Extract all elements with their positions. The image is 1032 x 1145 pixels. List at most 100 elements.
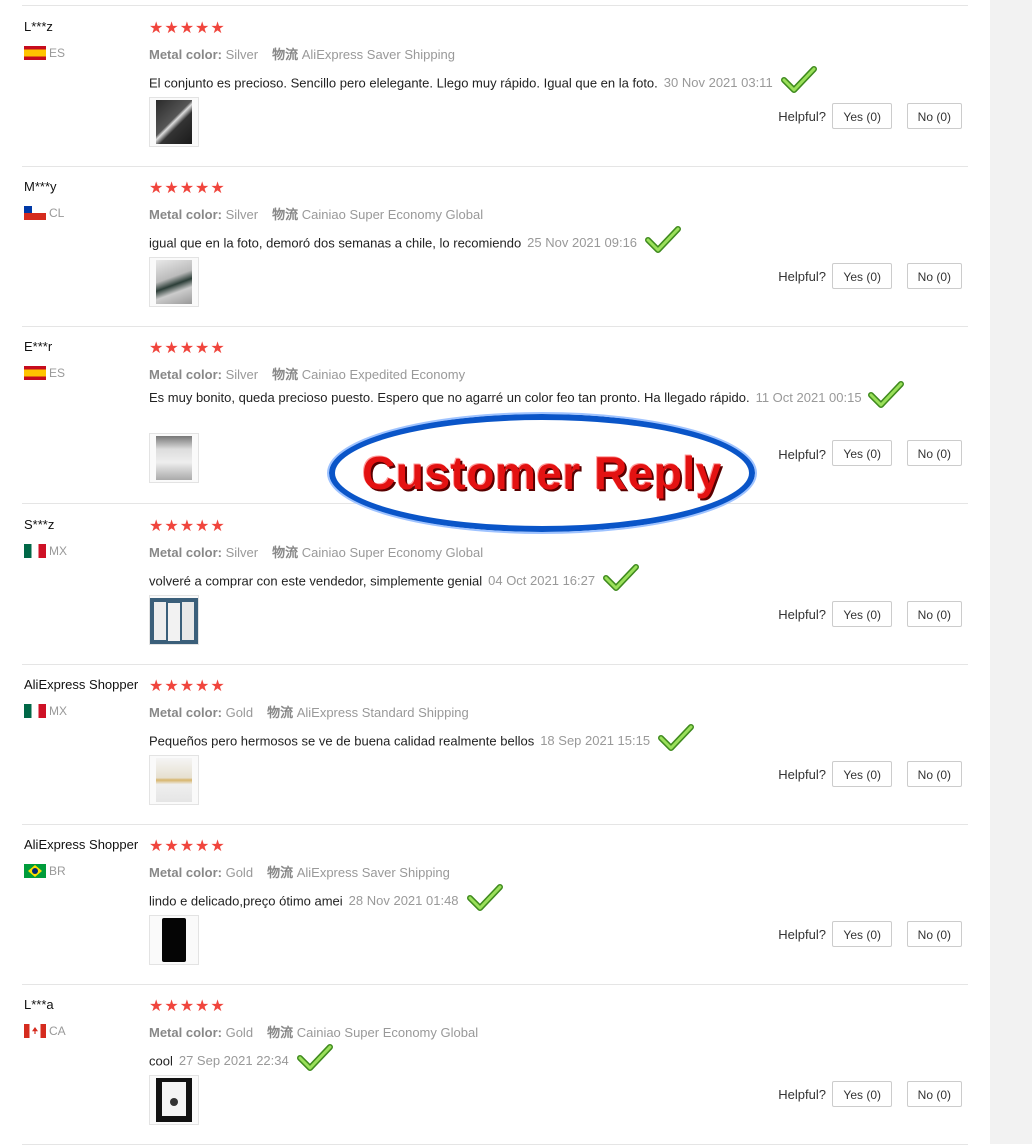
star-rating: ★★★★★ — [149, 678, 226, 695]
checkmark-icon — [466, 884, 503, 911]
review-meta: Metal color: Silver 物流 Cainiao Super Econ… — [149, 204, 483, 223]
helpful-label: Helpful? — [778, 447, 826, 462]
review-text-block: Pequeños pero hermosos se ve de buena ca… — [149, 724, 869, 757]
reviewer-country: ES — [24, 366, 65, 380]
helpful-yes-button[interactable]: Yes (0) — [832, 103, 892, 129]
review-date: 04 Oct 2021 16:27 — [488, 573, 596, 589]
review-date: 25 Nov 2021 09:16 — [527, 235, 638, 251]
helpful-no-button[interactable]: No (0) — [906, 921, 962, 947]
review-item: M***y CL ★★★★★ Metal color: Silver 物流 Cai… — [22, 166, 968, 327]
helpful-yes-button[interactable]: Yes (0) — [832, 601, 892, 627]
metal-color-value: Gold — [225, 705, 254, 720]
page-side-gutter — [990, 0, 1032, 1144]
shipping-method: AliExpress Saver Shipping — [301, 47, 455, 62]
reviewer-name: L***z — [24, 19, 53, 34]
logistics-label: 物流 — [267, 865, 294, 880]
star-rating: ★★★★★ — [149, 180, 226, 197]
country-code: BR — [49, 864, 66, 878]
country-code: MX — [49, 704, 67, 718]
metal-color-value: Silver — [225, 47, 259, 62]
checkmark-icon — [658, 724, 695, 751]
helpful-yes-button[interactable]: Yes (0) — [832, 263, 892, 289]
review-text: lindo e delicado,preço ótimo amei — [149, 893, 343, 909]
review-meta: Metal color: Gold 物流 Cainiao Super Econom… — [149, 1022, 478, 1041]
helpful-label: Helpful? — [778, 269, 826, 284]
review-photo-thumbnail[interactable] — [149, 755, 199, 805]
helpful-yes-button[interactable]: Yes (0) — [832, 440, 892, 466]
helpful-yes-button[interactable]: Yes (0) — [832, 1081, 892, 1107]
shipping-method: Cainiao Super Economy Global — [296, 1025, 479, 1040]
review-text-block: cool 27 Sep 2021 22:34 — [149, 1044, 869, 1077]
review-photo-thumbnail[interactable] — [149, 257, 199, 307]
checkmark-icon — [780, 66, 817, 93]
mexico-flag-icon — [24, 704, 46, 718]
metal-color-label: Metal color: — [149, 1025, 222, 1040]
canada-flag-icon — [24, 1024, 46, 1038]
reviewer-name: AliExpress Shopper — [24, 837, 139, 852]
helpful-no-button[interactable]: No (0) — [906, 103, 962, 129]
review-text: Pequeños pero hermosos se ve de buena ca… — [149, 733, 535, 749]
reviewer-name: AliExpress Shopper — [24, 677, 139, 692]
review-date: 18 Sep 2021 15:15 — [540, 733, 651, 749]
callout-text: Customer Reply — [362, 447, 722, 499]
metal-color-label: Metal color: — [149, 705, 222, 720]
mexico-flag-icon — [24, 544, 46, 558]
country-code: CA — [49, 1024, 66, 1038]
review-list: L***z ES ★★★★★ Metal color: Silver 物流 Ali… — [0, 0, 990, 1145]
spain-flag-icon — [24, 366, 46, 380]
helpful-no-button[interactable]: No (0) — [906, 440, 962, 466]
review-photo-thumbnail[interactable] — [149, 915, 199, 965]
star-rating: ★★★★★ — [149, 838, 226, 855]
logistics-label: 物流 — [272, 367, 299, 382]
photo-image — [156, 758, 192, 802]
reviewer-country: MX — [24, 704, 67, 718]
helpful-no-button[interactable]: No (0) — [906, 263, 962, 289]
review-item: AliExpress Shopper MX ★★★★★ Metal color:… — [22, 664, 968, 825]
country-code: ES — [49, 46, 66, 60]
review-date: 28 Nov 2021 01:48 — [348, 893, 459, 909]
metal-color-value: Silver — [225, 545, 259, 560]
photo-image — [156, 1078, 192, 1122]
checkmark-icon — [603, 564, 640, 591]
photo-image — [156, 436, 192, 480]
helpful-yes-button[interactable]: Yes (0) — [832, 921, 892, 947]
review-text-block: Es muy bonito, queda precioso puesto. Es… — [149, 389, 869, 407]
checkmark-icon — [296, 1044, 333, 1071]
star-rating: ★★★★★ — [149, 518, 226, 535]
helpful-no-button[interactable]: No (0) — [906, 601, 962, 627]
star-rating: ★★★★★ — [149, 340, 226, 357]
review-date: 27 Sep 2021 22:34 — [178, 1053, 289, 1069]
country-code: MX — [49, 544, 67, 558]
helpful-label: Helpful? — [778, 1087, 826, 1102]
review-photo-thumbnail[interactable] — [149, 433, 199, 483]
logistics-label: 物流 — [272, 207, 299, 222]
star-rating: ★★★★★ — [149, 20, 226, 37]
helpful-label: Helpful? — [778, 607, 826, 622]
review-photo-thumbnail[interactable] — [149, 1075, 199, 1125]
helpful-label: Helpful? — [778, 767, 826, 782]
helpful-yes-button[interactable]: Yes (0) — [832, 761, 892, 787]
reviewer-name: L***a — [24, 997, 54, 1012]
checkmark-icon — [645, 226, 682, 253]
logistics-label: 物流 — [272, 47, 299, 62]
review-photo-thumbnail[interactable] — [149, 595, 199, 645]
review-text-block: El conjunto es precioso. Sencillo pero e… — [149, 66, 869, 99]
review-item: L***a CA ★★★★★ Metal color: Gold 物流 Caini… — [22, 984, 968, 1145]
logistics-label: 物流 — [267, 705, 294, 720]
photo-image — [150, 598, 198, 644]
reviewer-name: S***z — [24, 517, 55, 532]
metal-color-value: Silver — [225, 367, 259, 382]
review-text-block: volveré a comprar con este vendedor, sim… — [149, 564, 869, 597]
reviewer-country: MX — [24, 544, 67, 558]
review-photo-thumbnail[interactable] — [149, 97, 199, 147]
helpful-no-button[interactable]: No (0) — [906, 1081, 962, 1107]
country-code: ES — [49, 366, 66, 380]
review-text-block: igual que en la foto, demoró dos semanas… — [149, 226, 869, 259]
reviewer-country: CL — [24, 206, 64, 220]
review-meta: Metal color: Gold 物流 AliExpress Standard … — [149, 702, 469, 721]
shipping-method: Cainiao Expedited Economy — [301, 367, 466, 382]
photo-image — [156, 100, 192, 144]
review-text-block: lindo e delicado,preço ótimo amei 28 Nov … — [149, 884, 869, 917]
helpful-no-button[interactable]: No (0) — [906, 761, 962, 787]
review-text: igual que en la foto, demoró dos semanas… — [149, 235, 522, 251]
